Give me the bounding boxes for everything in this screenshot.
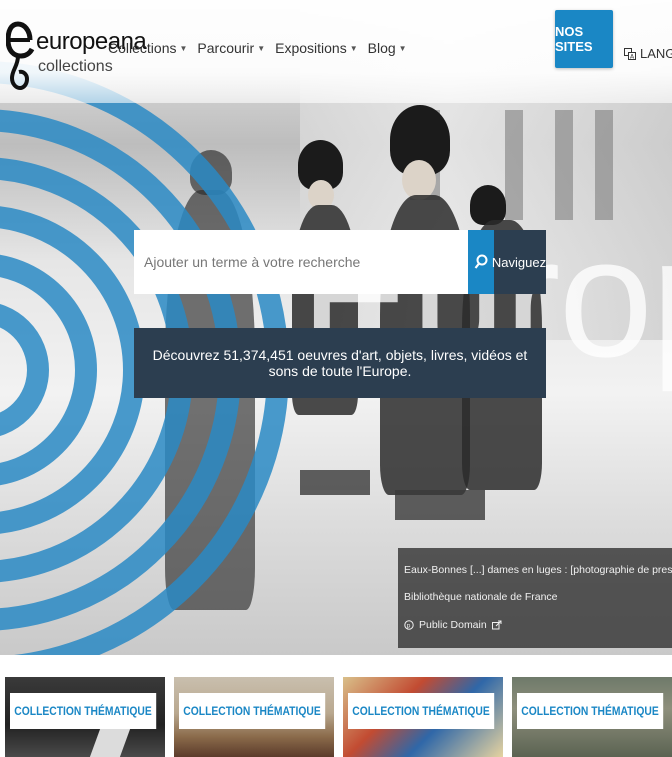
europeana-e-icon xyxy=(6,21,35,90)
sled xyxy=(300,470,370,495)
nav-label: Blog xyxy=(367,40,396,56)
public-domain-icon: p xyxy=(404,620,414,630)
card-label: COLLECTION THÉMATIQUE xyxy=(10,693,157,729)
figure-hat xyxy=(190,150,232,195)
search-icon xyxy=(474,254,488,269)
our-sites-button[interactable]: NOS SITES xyxy=(555,10,613,68)
chevron-down-icon: ▼ xyxy=(179,43,188,53)
external-link-icon xyxy=(491,620,502,630)
license-label: Public Domain xyxy=(419,619,487,631)
main-nav: Collections ▼ Parcourir ▼ Expositions ▼ Blo… xyxy=(108,40,407,56)
card-label: COLLECTION THÉMATIQUE xyxy=(348,693,495,729)
nav-item-parcourir[interactable]: Parcourir ▼ xyxy=(197,40,265,56)
collection-card[interactable]: COLLECTION THÉMATIQUE xyxy=(512,677,672,757)
site-header: europeana collections Collections ▼ Parco… xyxy=(0,0,672,103)
sled xyxy=(395,490,485,520)
license-link[interactable]: p Public Domain xyxy=(404,617,672,633)
collection-card[interactable]: COLLECTION THÉMATIQUE xyxy=(343,677,503,757)
collection-card[interactable]: COLLECTION THÉMATIQUE xyxy=(5,677,165,757)
nav-label: Expositions xyxy=(275,40,347,56)
nav-label: Collections xyxy=(108,40,177,56)
thematic-collections: COLLECTION THÉMATIQUE COLLECTION THÉMATI… xyxy=(0,655,672,757)
collection-count-tagline: Découvrez 51,374,451 oeuvres d'art, obje… xyxy=(134,328,546,398)
browse-label: Naviguez xyxy=(491,254,547,270)
search-input[interactable] xyxy=(134,230,468,294)
nav-item-expositions[interactable]: Expositions ▼ xyxy=(275,40,358,56)
search-button[interactable] xyxy=(468,230,494,294)
nav-item-collections[interactable]: Collections ▼ xyxy=(108,40,187,56)
svg-text:p: p xyxy=(407,622,411,629)
hero-image-caption: Eaux-Bonnes [...] dames en luges : [phot… xyxy=(398,548,672,648)
translate-icon: A xyxy=(624,47,636,60)
card-label: COLLECTION THÉMATIQUE xyxy=(517,693,664,729)
logo-subtitle: collections xyxy=(38,58,113,75)
language-label: LANGUE xyxy=(640,46,672,61)
nav-label: Parcourir xyxy=(197,40,255,56)
caption-institution[interactable]: Bibliothèque nationale de France xyxy=(404,589,672,605)
collection-card[interactable]: COLLECTION THÉMATIQUE xyxy=(174,677,334,757)
caption-title[interactable]: Eaux-Bonnes [...] dames en luges : [phot… xyxy=(404,562,672,578)
nav-item-blog[interactable]: Blog ▼ xyxy=(368,40,407,56)
browse-button[interactable]: Naviguez xyxy=(491,230,547,294)
chevron-down-icon: ▼ xyxy=(398,43,407,53)
card-label: COLLECTION THÉMATIQUE xyxy=(179,693,326,729)
chevron-down-icon: ▼ xyxy=(349,43,358,53)
europeana-logo[interactable]: europeana collections xyxy=(6,14,147,94)
chevron-down-icon: ▼ xyxy=(257,43,266,53)
figure-head xyxy=(402,160,436,200)
language-selector[interactable]: A LANGUE xyxy=(624,46,672,61)
search-bar: Naviguez xyxy=(134,230,546,294)
